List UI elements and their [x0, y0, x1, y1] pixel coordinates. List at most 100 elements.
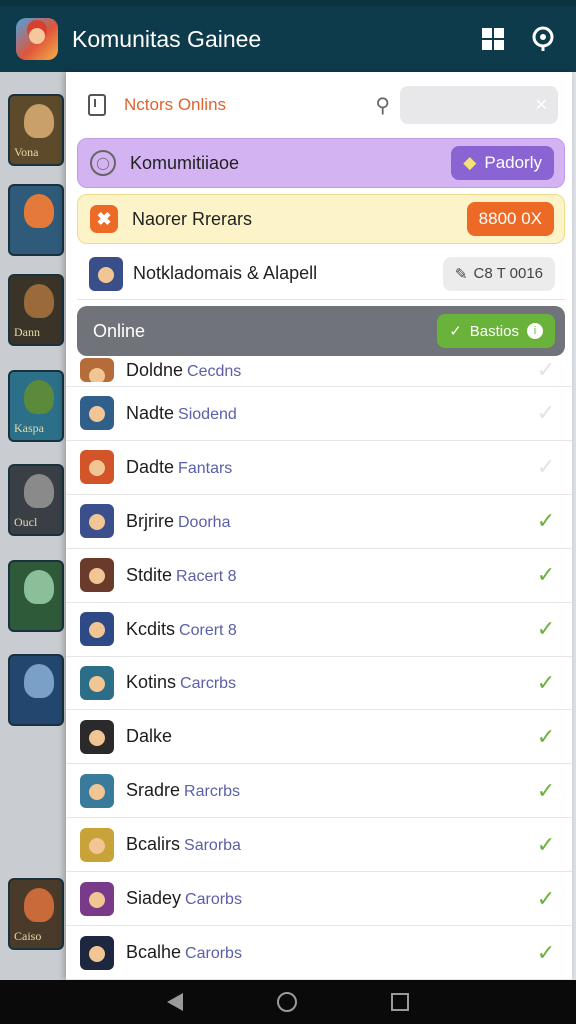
member-name: Kcdits Corert 8	[126, 619, 534, 640]
background-list: Vona Dann Kaspa Oucl Caiso	[0, 72, 66, 980]
check-icon: ✓	[449, 323, 462, 340]
list-item[interactable]: Kcdits Corert 8 ✓	[66, 603, 572, 657]
list-item[interactable]: Dalke ✓	[66, 710, 572, 765]
member-subtitle: Siodend	[178, 405, 237, 423]
help-icon[interactable]	[526, 22, 560, 56]
member-subtitle: Rarcrbs	[184, 783, 241, 801]
highlight-label: Online	[93, 320, 146, 341]
member-name-text: Kcdits	[126, 618, 176, 639]
avatar	[80, 827, 114, 862]
avatar	[80, 558, 114, 593]
background-card[interactable]: Vona	[8, 94, 64, 166]
member-name: Stdite Racert 8	[126, 565, 534, 586]
avatar	[80, 612, 114, 647]
search-box: ✕	[400, 86, 558, 124]
avatar	[89, 256, 123, 291]
background-card[interactable]	[8, 654, 64, 726]
member-name-text: Stdite	[126, 564, 173, 585]
highlight-row-news[interactable]: ✖ Naorer Rrerars 8800 0X	[77, 194, 565, 244]
background-card[interactable]: Kaspa	[8, 370, 64, 442]
member-name: Bcalirs Sarorba	[126, 834, 534, 855]
status-badge[interactable]: ✓ Bastios i	[437, 314, 555, 348]
member-name-text: Nadte	[126, 402, 175, 423]
list-item[interactable]: Bcalhe Carorbs ✓	[66, 926, 572, 980]
list-item[interactable]: Bcalirs Sarorba ✓	[66, 818, 572, 873]
search-icon[interactable]: ⚲	[375, 93, 390, 118]
check-icon[interactable]: ✓	[534, 886, 558, 912]
member-name-text: Dalke	[126, 726, 173, 747]
background-card[interactable]: Dann	[8, 274, 64, 346]
background-card[interactable]: Oucl	[8, 464, 64, 536]
check-icon[interactable]: ✓	[534, 400, 558, 426]
list-item[interactable]: Nadte Siodend ✓	[66, 387, 572, 441]
check-icon[interactable]: ✓	[534, 508, 558, 534]
avatar	[80, 773, 114, 808]
code-badge[interactable]: ✎ C8 T 0016	[442, 256, 555, 291]
check-icon[interactable]: ✓	[534, 724, 558, 750]
member-list: Doldne Cecdns ✓ Nadte Siodend ✓ Dadte Fantars ✓ B…	[66, 354, 572, 980]
avatar	[80, 935, 114, 970]
member-name: Kotins Carcrbs	[126, 672, 534, 693]
avatar	[80, 881, 114, 916]
member-subtitle: Doorha	[178, 513, 231, 531]
search-row: Nctors Onlins ⚲ ✕	[66, 72, 572, 138]
highlight-label: Komumitiiaoe	[130, 152, 240, 173]
recent-apps-icon[interactable]	[391, 993, 409, 1011]
clear-icon[interactable]: ✕	[535, 95, 548, 115]
count-badge[interactable]: 8800 0X	[466, 202, 554, 236]
member-name-text: Siadey	[126, 888, 182, 909]
home-icon[interactable]	[277, 992, 297, 1012]
check-icon[interactable]: ✓	[534, 454, 558, 480]
member-subtitle: Carorbs	[185, 945, 242, 963]
highlight-row-community[interactable]: ◯ Komumitiiaoe ◆ Padorly	[77, 138, 565, 188]
grid-icon[interactable]	[476, 22, 510, 56]
list-item[interactable]: Sradre Rarcrbs ✓	[66, 764, 572, 819]
member-subtitle: Fantars	[178, 459, 233, 477]
background-card[interactable]	[8, 184, 64, 256]
avatar	[80, 450, 114, 485]
member-name-text: Bcalirs	[126, 834, 181, 855]
member-name: Dalke	[126, 726, 534, 747]
member-subtitle: Sarorba	[184, 837, 241, 855]
list-item[interactable]: Doldne Cecdns ✓	[66, 354, 572, 387]
avatar	[80, 665, 114, 700]
pen-icon: ✎	[454, 265, 468, 283]
highlight-row-online[interactable]: Online ✓ Bastios i	[77, 306, 565, 356]
badge-button[interactable]: ◆ Padorly	[451, 146, 554, 180]
check-icon[interactable]: ✓	[534, 670, 558, 696]
avatar	[80, 396, 114, 431]
list-item[interactable]: Kotins Carcrbs ✓	[66, 657, 572, 711]
check-icon[interactable]: ✓	[534, 778, 558, 804]
list-item[interactable]: Dadte Fantars ✓	[66, 441, 572, 495]
check-icon[interactable]: ✓	[534, 940, 558, 966]
app-bar: Komunitas Gainee	[0, 6, 576, 72]
highlight-label: Naorer Rrerars	[132, 208, 253, 229]
member-name: Bcalhe Carorbs	[126, 942, 534, 963]
app-logo[interactable]	[16, 18, 58, 60]
info-icon: i	[527, 323, 543, 339]
member-subtitle: Racert 8	[176, 567, 237, 585]
list-item[interactable]: Stdite Racert 8 ✓	[66, 549, 572, 603]
system-nav-bar	[0, 980, 576, 1024]
list-item[interactable]: Siadey Carorbs ✓	[66, 872, 572, 927]
list-item[interactable]: Brjrire Doorha ✓	[66, 495, 572, 549]
member-name-text: Dadte	[126, 456, 175, 477]
check-icon[interactable]: ✓	[534, 832, 558, 858]
highlight-label: Notkladomais & Alapell	[133, 263, 318, 283]
member-name: Brjrire Doorha	[126, 511, 534, 532]
check-icon[interactable]: ✓	[534, 616, 558, 642]
highlight-row-notifications[interactable]: Notkladomais & Alapell ✎ C8 T 0016	[77, 248, 565, 300]
member-name: Doldne Cecdns	[126, 360, 534, 381]
back-icon[interactable]	[167, 993, 183, 1011]
member-subtitle: Carcrbs	[180, 675, 237, 693]
search-label: Nctors Onlins	[124, 95, 227, 114]
member-subtitle: Cecdns	[187, 362, 242, 380]
check-icon[interactable]: ✓	[534, 562, 558, 588]
app-title: Komunitas Gainee	[72, 25, 262, 52]
check-icon[interactable]: ✓	[534, 357, 558, 383]
member-name: Dadte Fantars	[126, 457, 534, 478]
background-card[interactable]: Caiso	[8, 878, 64, 950]
member-name-text: Doldne	[126, 359, 184, 380]
background-card[interactable]	[8, 560, 64, 632]
drawer-panel: Nctors Onlins ⚲ ✕ ◯ Komumitiiaoe ◆ Padorl…	[66, 72, 572, 980]
